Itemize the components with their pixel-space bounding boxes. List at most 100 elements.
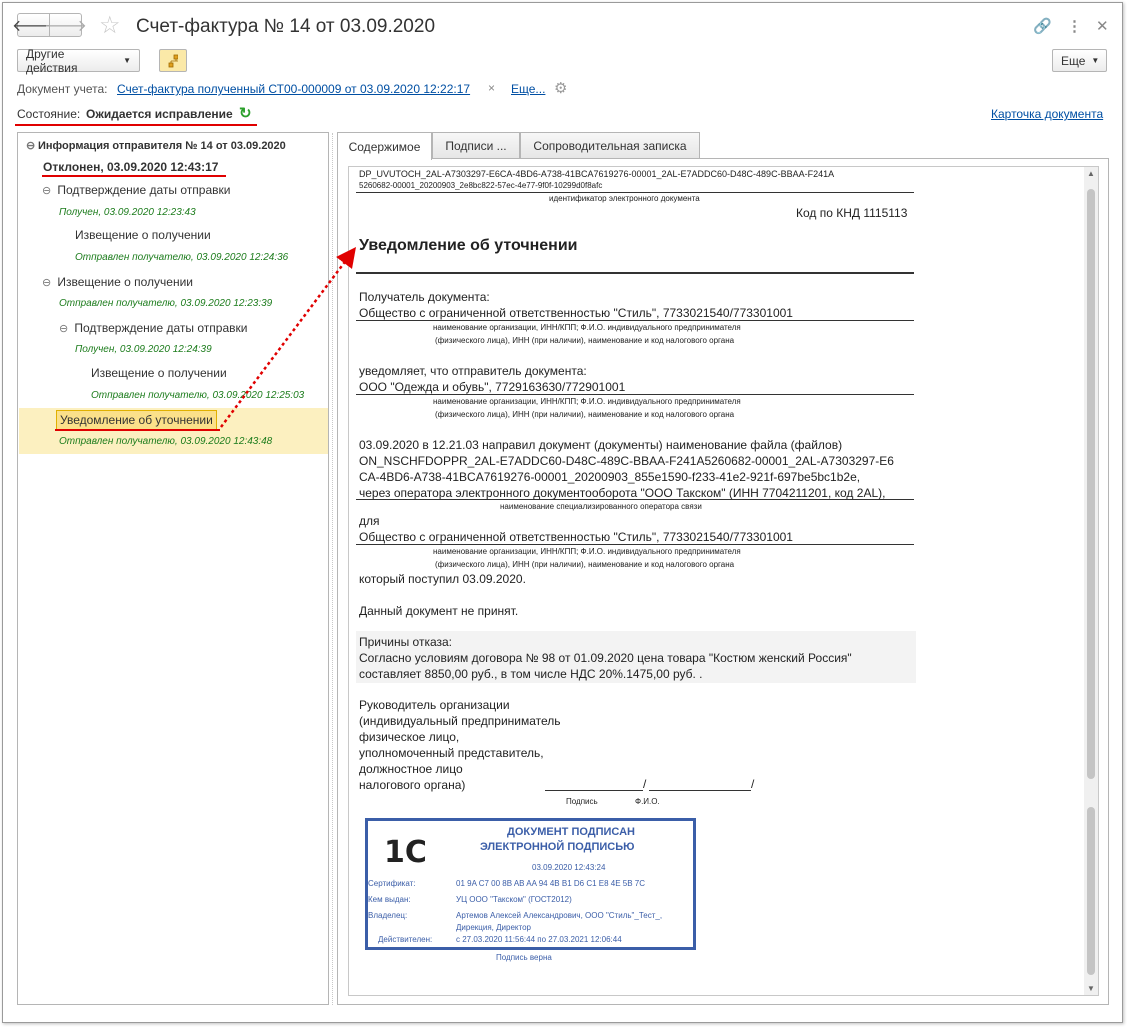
tree-item-status: Отправлен получателю, 03.09.2020 12:24:3… <box>75 252 289 263</box>
tab-cover-note[interactable]: Сопроводительная записка <box>520 132 700 158</box>
stamp-valid-label: Действителен: <box>378 935 433 944</box>
tree-item-selected[interactable]: Уведомление об уточнении <box>56 410 217 430</box>
received-text: который поступил 03.09.2020. <box>359 572 526 586</box>
sent-text: ON_NSCHFDOPPR_2AL-E7ADDC60-D48C-489C-BBA… <box>359 454 894 468</box>
hierarchy-button[interactable] <box>159 49 187 72</box>
operator-caption: наименование специализированного операто… <box>500 502 702 511</box>
org-caption: наименование организации, ИНН/КПП; Ф.И.О… <box>433 323 741 332</box>
collapse-icon[interactable]: ⊖ <box>42 276 54 289</box>
scroll-down-icon[interactable]: ▼ <box>1084 984 1098 993</box>
scroll-up-icon[interactable]: ▲ <box>1084 169 1098 178</box>
window-title: Счет-фактура № 14 от 03.09.2020 <box>136 16 436 37</box>
other-actions-button[interactable]: Другие действия ▼ <box>17 46 140 75</box>
doc-id-line: DP_UVUTOCH_2AL-A7303297-E6CA-4BD6-A738-4… <box>359 169 835 179</box>
stamp-valid: с 27.03.2020 11:56:44 по 27.03.2021 12:0… <box>456 935 622 944</box>
doc-heading: Уведомление об уточнении <box>359 237 578 254</box>
selected-underline-highlight <box>55 429 220 431</box>
document-card-link[interactable]: Карточка документа <box>991 107 1103 121</box>
rule <box>356 544 914 545</box>
tree-item[interactable]: Извещение о получении <box>75 228 211 242</box>
stamp-owner-label: Владелец: <box>368 911 408 920</box>
org-caption: (физического лица), ИНН (при наличии), н… <box>435 410 735 419</box>
forward-button[interactable]: 🡒 <box>44 13 87 37</box>
scroll-thumb[interactable] <box>1087 807 1095 975</box>
state-label: Состояние: <box>17 107 81 121</box>
stamp-title: ЭЛЕКТРОННОЙ ПОДПИСЬЮ <box>480 841 635 853</box>
tree-item[interactable]: ⊖ Подтверждение даты отправки <box>42 183 230 197</box>
status-underline-highlight <box>42 175 226 177</box>
sent-text: CA-4BD6-A738-41BCA7619276-00001_20200903… <box>359 470 861 484</box>
rule <box>356 192 914 193</box>
head-line: должностное лицо <box>359 762 463 776</box>
doc-id-line: 5260682-00001_20200903_2e8bc822-57ec-4e7… <box>359 181 603 190</box>
more-vertical-icon[interactable]: ⋮ <box>1067 17 1082 35</box>
hierarchy-icon <box>168 54 178 67</box>
stamp-title: ДОКУМЕНТ ПОДПИСАН <box>507 826 635 838</box>
sent-text: через оператора электронного документооб… <box>359 486 886 500</box>
tree-root[interactable]: ⊖ Информация отправителя № 14 от 03.09.20… <box>26 139 286 152</box>
other-actions-label: Другие действия <box>26 46 78 75</box>
tree-item[interactable]: ⊖ Подтверждение даты отправки <box>59 321 247 335</box>
stamp-datetime: 03.09.2020 12:43:24 <box>532 863 606 872</box>
tree-item-status: Отправлен получателю, 03.09.2020 12:25:0… <box>91 390 305 401</box>
doc-info-more-link[interactable]: Еще... <box>511 82 545 96</box>
org-caption: (физического лица), ИНН (при наличии), н… <box>435 336 735 345</box>
tree-root-status: Отклонен, 03.09.2020 12:43:17 <box>43 160 219 174</box>
settings-gear-icon[interactable]: ⚙ <box>554 79 567 97</box>
doc-info-link[interactable]: Счет-фактура полученный СТ00-000009 от 0… <box>117 82 470 96</box>
signature-line <box>545 790 643 791</box>
sender-value: ООО "Одежда и обувь", 7729163630/7729010… <box>359 380 626 394</box>
signature-stamp: 1С ДОКУМЕНТ ПОДПИСАН ЭЛЕКТРОННОЙ ПОДПИСЬ… <box>365 818 696 950</box>
tree-item-label: Подтверждение даты отправки <box>57 183 231 197</box>
tree-item[interactable]: Извещение о получении <box>91 366 227 380</box>
more-button[interactable]: Еще ▼ <box>1052 49 1107 72</box>
tree-item-label: Извещение о получении <box>57 275 194 289</box>
head-line: уполномоченный представитель, <box>359 746 544 760</box>
tree-item-label: Подтверждение даты отправки <box>74 321 248 335</box>
stamp-owner: Дирекция, Директор <box>456 923 531 932</box>
stamp-owner: Артемов Алексей Александрович, ООО "Стил… <box>456 911 663 920</box>
arrow-right-icon: 🡒 <box>44 17 87 35</box>
document-scrollbar[interactable]: ▲ ▼ <box>1084 167 1098 995</box>
org-caption: (физического лица), ИНН (при наличии), н… <box>435 560 735 569</box>
collapse-icon[interactable]: ⊖ <box>42 184 54 197</box>
tree-item-status: Получен, 03.09.2020 12:23:43 <box>59 207 196 218</box>
head-line: Руководитель организации <box>359 698 510 712</box>
not-accepted-text: Данный документ не принят. <box>359 604 519 618</box>
reason-text: Согласно условиям договора № 98 от 01.09… <box>359 651 852 665</box>
rule <box>356 394 914 395</box>
for-org: Общество с ограниченной ответственностью… <box>359 530 793 544</box>
org-caption: наименование организации, ИНН/КПП; Ф.И.О… <box>433 547 741 556</box>
stamp-issuer-label: Кем выдан: <box>368 895 411 904</box>
document-window: 🡐 🡒 ☆ Счет-фактура № 14 от 03.09.2020 🔗 … <box>2 2 1123 1023</box>
org-caption: наименование организации, ИНН/КПП; Ф.И.О… <box>433 397 741 406</box>
scroll-thumb[interactable] <box>1087 189 1095 779</box>
tab-signatures[interactable]: Подписи ... <box>432 132 520 158</box>
exchange-tree: ⊖ Информация отправителя № 14 от 03.09.20… <box>17 132 329 1005</box>
refresh-icon[interactable]: ↻ <box>239 104 252 122</box>
more-label: Еще <box>1061 53 1086 68</box>
close-icon[interactable]: ✕ <box>1096 17 1109 35</box>
collapse-icon[interactable]: ⊖ <box>59 322 71 335</box>
sign-slash: / <box>751 777 755 791</box>
collapse-icon[interactable]: ⊖ <box>26 139 38 152</box>
state-value: Ожидается исправление <box>86 107 233 121</box>
favorite-star-icon[interactable]: ☆ <box>99 11 121 40</box>
tree-item-status: Отправлен получателю, 03.09.2020 12:23:3… <box>59 298 273 309</box>
stamp-cert-label: Сертификат: <box>368 879 416 888</box>
rule <box>356 272 914 274</box>
rule <box>356 499 914 500</box>
tab-content[interactable]: Содержимое <box>337 132 432 160</box>
tree-root-label: Информация отправителя № 14 от 03.09.202… <box>38 140 286 152</box>
signature-caption: Подпись <box>566 797 598 806</box>
splitter[interactable] <box>332 133 333 1005</box>
tree-item[interactable]: ⊖ Извещение о получении <box>42 275 193 289</box>
knd-code: Код по КНД 1115113 <box>796 206 908 220</box>
doc-id-caption: идентификатор электронного документа <box>549 194 700 203</box>
state-underline-highlight <box>15 124 257 126</box>
tree-item-status: Отправлен получателю, 03.09.2020 12:43:4… <box>59 436 273 447</box>
link-icon[interactable]: 🔗 <box>1033 17 1052 35</box>
fio-line <box>649 790 751 791</box>
clear-icon[interactable]: × <box>488 81 495 95</box>
reason-text: составляет 8850,00 руб., в том числе НДС… <box>359 667 703 681</box>
